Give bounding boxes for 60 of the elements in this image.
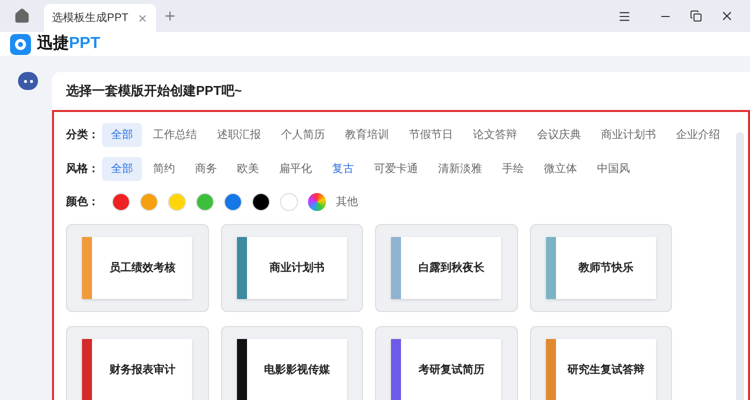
template-thumbnail[interactable]: 商业计划书 [220,224,363,312]
filter-option[interactable]: 欧美 [228,157,268,181]
close-window-icon[interactable] [720,9,734,23]
filter-option[interactable]: 教育培训 [336,123,398,147]
color-wheel-icon[interactable] [308,193,326,211]
filter-label: 分类： [66,128,100,143]
filter-option[interactable]: 全部 [102,157,142,181]
filter-option[interactable]: 企业介绍 [667,123,729,147]
filter-option[interactable]: 中国风 [588,157,639,181]
filter-option[interactable]: 论文答辩 [464,123,526,147]
template-title: 研究生复试答辩 [567,362,644,378]
template-thumbnail[interactable]: 教师节快乐 [530,224,672,312]
color-swatch[interactable] [140,193,158,211]
filter-option[interactable]: 节假节日 [400,123,462,147]
scrollbar[interactable] [736,132,744,400]
filter-option[interactable]: 全部 [102,123,142,147]
browser-tab[interactable]: 选模板生成PPT [44,4,156,32]
color-swatch[interactable] [280,193,298,211]
restore-icon[interactable] [690,10,702,22]
color-swatch[interactable] [112,193,130,211]
app-name: 迅捷PPT [37,34,100,54]
template-thumbnail[interactable]: 考研复试简历 [375,326,518,400]
template-thumbnail[interactable]: 财务报表审计 [66,326,208,400]
filter-option[interactable]: 复古 [323,157,363,181]
template-thumbnail[interactable]: 白露到秋夜长 [375,224,518,312]
template-title: 白露到秋夜长 [418,260,484,276]
template-thumbnail[interactable]: 员工绩效考核 [66,224,208,312]
filter-option[interactable]: 述职汇报 [208,123,270,147]
robot-avatar-icon [18,72,38,90]
home-icon[interactable] [14,8,30,24]
filter-option[interactable]: 手绘 [493,157,533,181]
filter-label: 风格： [66,162,100,177]
prompt-text: 选择一套模版开始创建PPT吧~ [65,82,243,100]
filter-option[interactable]: 会议庆典 [528,123,590,147]
template-thumbnail[interactable]: 电影影视传媒 [220,326,363,400]
add-tab-icon[interactable] [163,9,177,23]
other-color-option[interactable]: 其他 [336,194,358,210]
filter-label: 颜色： [66,194,100,210]
filter-option[interactable]: 简约 [144,157,184,181]
filter-option[interactable]: 扁平化 [270,157,321,181]
filter-option[interactable]: 个人简历 [272,123,334,147]
template-title: 员工绩效考核 [109,260,176,276]
color-swatch[interactable] [224,193,242,211]
filter-option[interactable]: 工作总结 [144,123,206,147]
template-title: 商业计划书 [269,260,324,276]
filter-option[interactable]: 商务 [186,157,226,181]
template-title: 财务报表审计 [109,362,176,378]
close-icon[interactable] [137,12,148,24]
template-title: 教师节快乐 [578,260,634,276]
filter-option[interactable]: 可爱卡通 [365,157,427,181]
filter-option[interactable]: 商业计划书 [592,123,665,147]
template-thumbnail[interactable]: 研究生复试答辩 [530,326,672,400]
color-swatch[interactable] [168,193,186,211]
filter-option[interactable]: 清新淡雅 [429,157,491,181]
template-title: 考研复试简历 [418,362,484,378]
color-swatch[interactable] [252,193,270,211]
color-swatch[interactable] [196,193,214,211]
filter-option[interactable]: 微立体 [535,157,586,181]
menu-icon[interactable] [618,10,631,22]
template-title: 电影影视传媒 [264,362,330,378]
